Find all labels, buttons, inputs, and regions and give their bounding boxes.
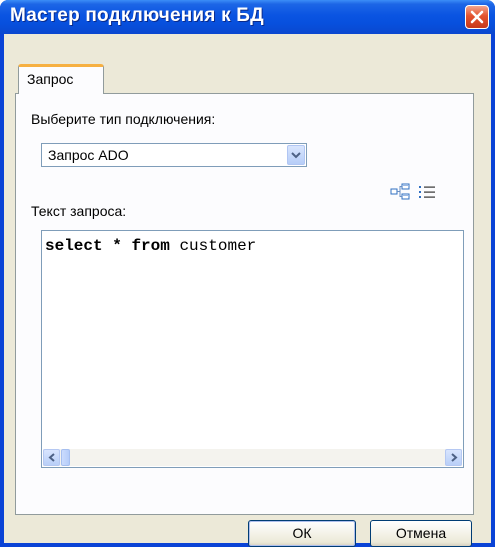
- title-bar[interactable]: Мастер подключения к БД: [0, 0, 495, 34]
- cancel-button[interactable]: Отмена: [370, 520, 472, 547]
- ok-button[interactable]: ОК: [248, 520, 356, 547]
- connection-type-select[interactable]: Запрос ADO: [41, 143, 307, 167]
- connection-type-value: Запрос ADO: [48, 147, 129, 163]
- dialog-window: Мастер подключения к БД Запрос Выберите …: [0, 0, 495, 547]
- tab-query[interactable]: Запрос: [18, 64, 104, 94]
- connection-type-label: Выберите тип подключения:: [31, 111, 216, 127]
- keyword-from: from: [131, 237, 170, 255]
- window-title: Мастер подключения к БД: [10, 5, 264, 26]
- field-list-button[interactable]: [417, 182, 437, 202]
- arrow-left-icon: [47, 453, 55, 462]
- keyword-select: select: [45, 237, 103, 255]
- query-code: select * from customer: [45, 237, 256, 255]
- scroll-left-button[interactable]: [43, 449, 60, 466]
- chevron-down-icon: [291, 152, 301, 159]
- table-name: customer: [179, 237, 257, 255]
- dropdown-button[interactable]: [287, 145, 305, 165]
- horizontal-scrollbar[interactable]: [43, 449, 462, 466]
- scroll-right-button[interactable]: [445, 449, 462, 466]
- query-builder-button[interactable]: [390, 182, 410, 202]
- arrow-right-icon: [450, 453, 458, 462]
- dialog-client: Запрос Выберите тип подключения: Запрос …: [4, 34, 491, 547]
- tab-query-label: Запрос: [27, 71, 74, 87]
- operator-star: *: [112, 237, 122, 255]
- close-button[interactable]: [465, 5, 489, 29]
- query-text-editor[interactable]: select * from customer: [41, 230, 464, 468]
- query-builder-icon: [390, 183, 410, 200]
- field-list-icon: [419, 186, 435, 198]
- scroll-thumb[interactable]: [61, 449, 70, 466]
- query-text-label: Текст запроса:: [31, 203, 127, 219]
- close-icon: [470, 10, 484, 24]
